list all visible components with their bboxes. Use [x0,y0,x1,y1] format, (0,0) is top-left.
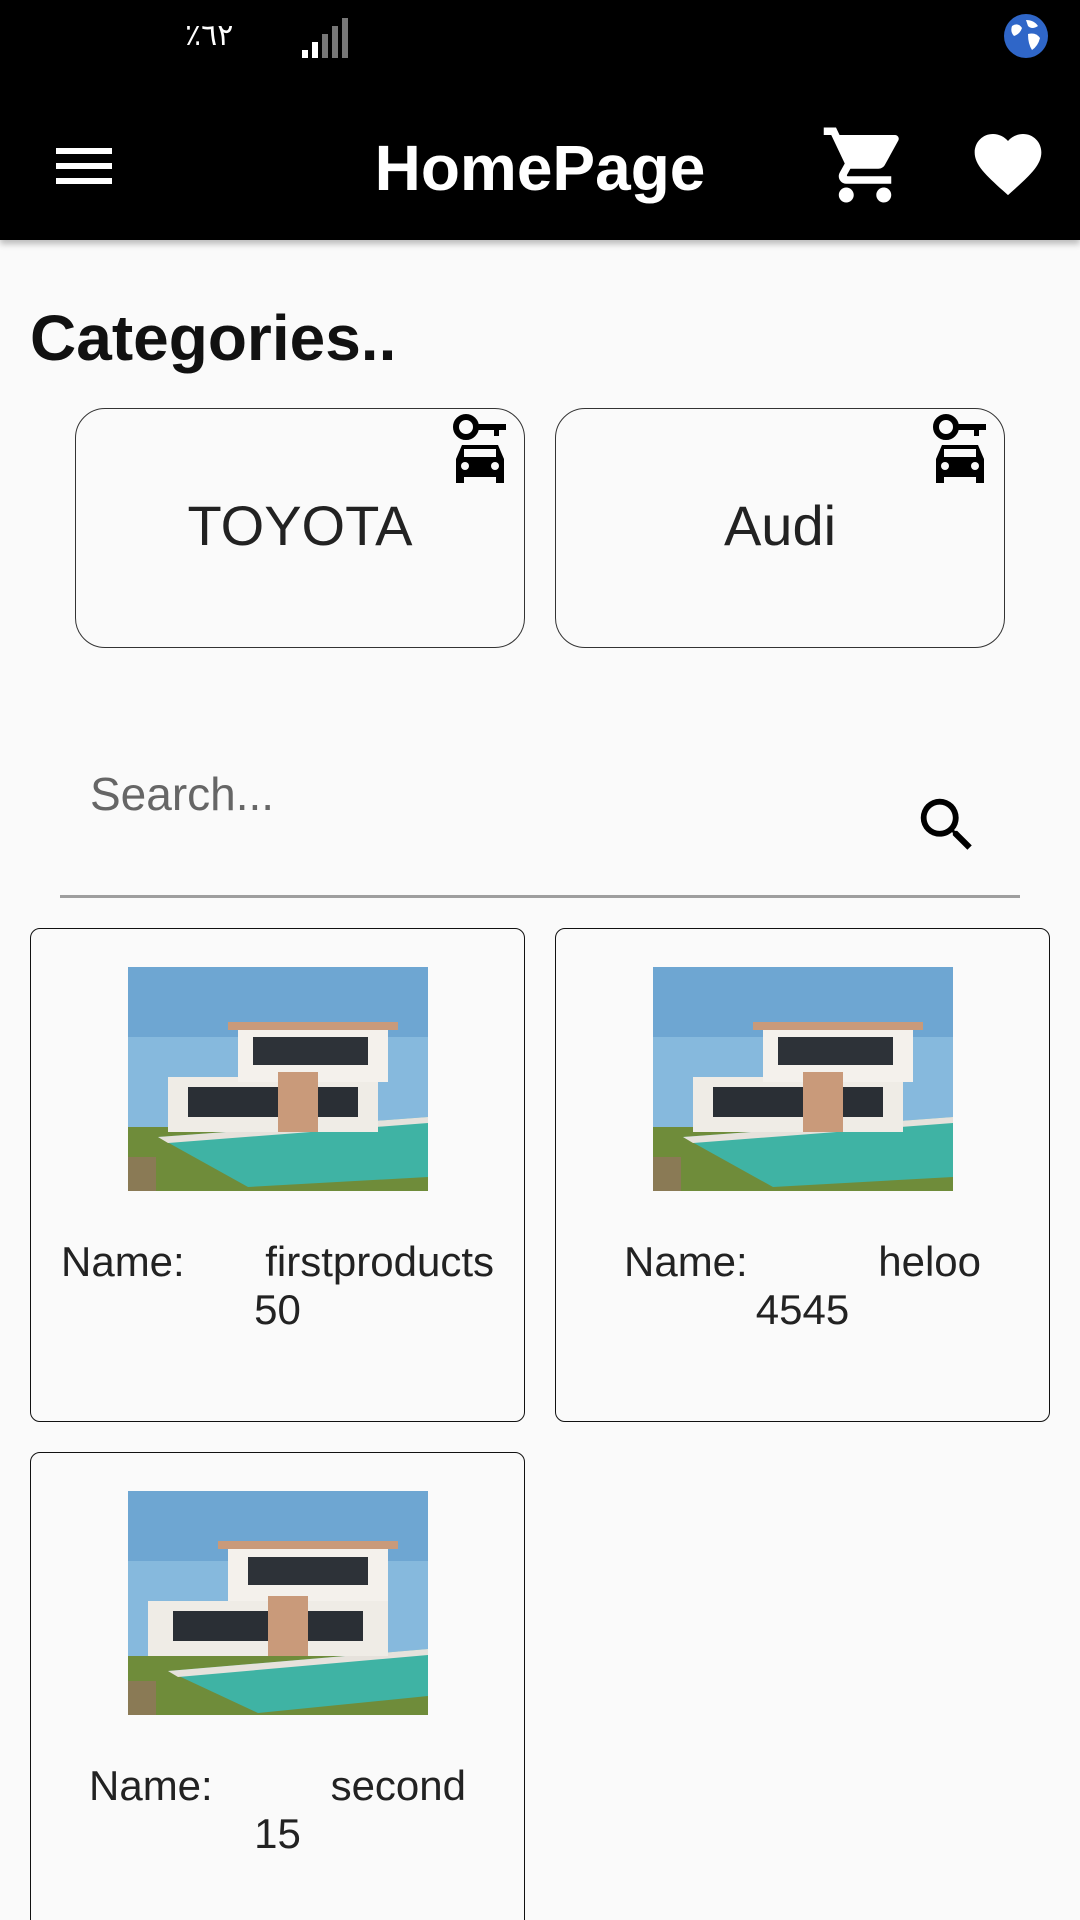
product-name: second [330,1762,466,1809]
product-price: 15 [254,1810,301,1857]
product-image [653,967,953,1191]
category-label: Audi [723,494,837,557]
car-key-icon [453,414,506,483]
search-bar [60,730,1020,898]
search-icon[interactable] [912,790,982,860]
car-key-icon [933,414,986,483]
product-price: 50 [254,1286,301,1333]
category-label: TOYOTA [187,494,413,557]
cart-icon[interactable] [820,120,910,210]
product-price: 4545 [755,1286,850,1333]
name-label: Name: [89,1762,213,1809]
product-card[interactable]: Name: firstproducts 50 [30,928,525,1422]
name-label: Name: [61,1238,185,1285]
product-name-row: Name: heloo [624,1237,981,1287]
product-card[interactable]: Name: second 15 [30,1452,525,1920]
categories-heading: Categories.. [30,302,397,374]
status-bar: ٪٦٢ [0,0,1080,100]
name-label: Name: [624,1238,748,1285]
page-title: HomePage [374,132,706,204]
product-name: heloo [878,1238,981,1285]
product-image [128,967,428,1191]
product-name: firstproducts [265,1238,494,1285]
product-card[interactable]: Name: heloo 4545 [555,928,1050,1422]
app-bar: HomePage [0,100,1080,240]
signal-icon [302,18,348,58]
search-input[interactable] [90,754,870,834]
heart-icon[interactable] [968,124,1048,204]
category-card-toyota[interactable]: TOYOTA [75,408,525,648]
battery-percentage: ٪٦٢ [185,18,234,53]
product-name-row: Name: second [89,1761,466,1811]
product-image [128,1491,428,1715]
category-card-audi[interactable]: Audi [555,408,1005,648]
globe-icon [1004,14,1048,58]
product-name-row: Name: firstproducts [61,1237,494,1287]
